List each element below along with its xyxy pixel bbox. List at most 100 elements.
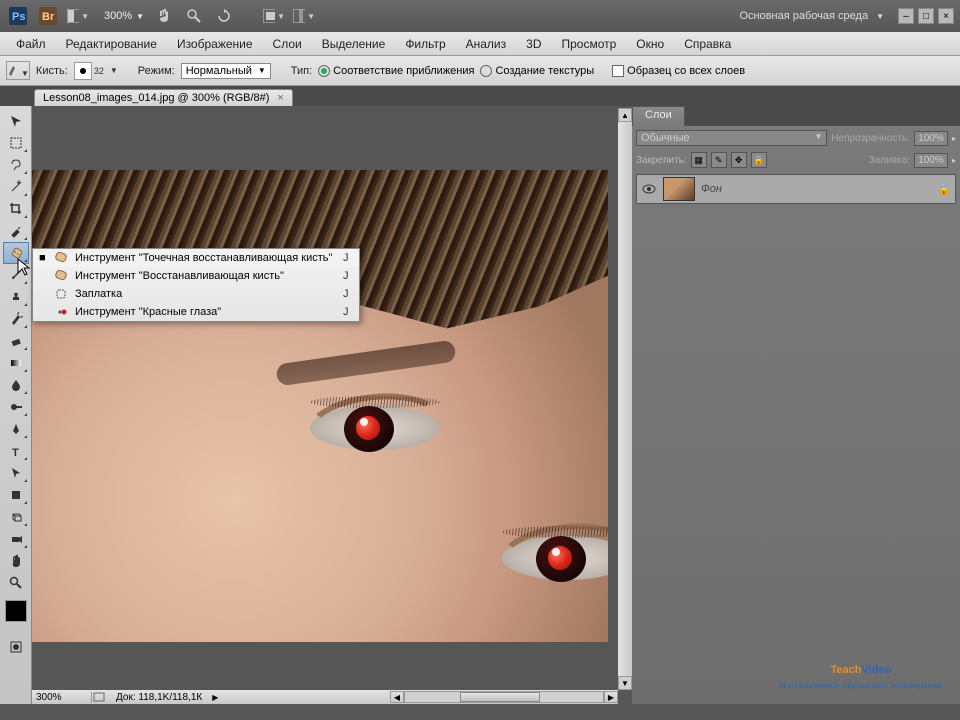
menu-select[interactable]: Выделение — [312, 34, 396, 54]
zoom-tool[interactable] — [3, 572, 29, 594]
svg-text:T: T — [12, 447, 19, 458]
lock-all-icon[interactable]: 🔒 — [751, 152, 767, 168]
fill-label: Заливка: — [869, 155, 910, 166]
fill-dropdown-icon[interactable]: ▸ — [952, 156, 956, 165]
status-icon[interactable] — [92, 691, 106, 703]
hand-tool[interactable] — [3, 550, 29, 572]
lock-pixels-icon[interactable]: ✎ — [711, 152, 727, 168]
brush-dropdown-icon[interactable]: ▼ — [110, 66, 118, 75]
brush-label: Кисть: — [36, 65, 68, 77]
flyout-patch[interactable]: Заплатка J — [33, 285, 359, 303]
status-zoom[interactable]: 300% — [32, 692, 92, 703]
lock-position-icon[interactable]: ✥ — [731, 152, 747, 168]
brush-size: 32 — [94, 66, 104, 76]
radio-proximity[interactable]: Соответствие приближения — [318, 65, 474, 77]
stamp-tool[interactable] — [3, 286, 29, 308]
layer-name: Фон — [701, 183, 931, 195]
layout-icon[interactable]: ▼ — [66, 4, 90, 28]
foreground-color[interactable] — [5, 600, 27, 622]
close-window-button[interactable]: × — [938, 8, 954, 24]
blur-tool[interactable] — [3, 374, 29, 396]
layers-tab[interactable]: Слои — [632, 106, 685, 126]
layer-row[interactable]: Фон 🔒 — [636, 174, 956, 204]
fill-value[interactable]: 100% — [914, 153, 948, 168]
flyout-heal[interactable]: Инструмент "Восстанавливающая кисть" J — [33, 267, 359, 285]
tool-preset-icon[interactable]: ▼ — [6, 61, 30, 80]
flyout-redeye[interactable]: Инструмент "Красные глаза" J — [33, 303, 359, 321]
ps-logo-icon[interactable]: Ps — [6, 4, 30, 28]
menu-view[interactable]: Просмотр — [551, 34, 626, 54]
rotate-view-icon[interactable] — [212, 4, 236, 28]
tool-flyout: ■ Инструмент "Точечная восстанавливающая… — [32, 248, 360, 322]
opacity-dropdown-icon[interactable]: ▸ — [952, 134, 956, 143]
document-title: Lesson08_images_014.jpg @ 300% (RGB/8#) — [43, 92, 269, 104]
screen-mode-icon[interactable]: ▼ — [262, 4, 286, 28]
3d-tool[interactable] — [3, 506, 29, 528]
menu-edit[interactable]: Редактирование — [56, 34, 167, 54]
menu-file[interactable]: Файл — [6, 34, 56, 54]
maximize-button[interactable]: □ — [918, 8, 934, 24]
gradient-tool[interactable] — [3, 352, 29, 374]
type-label: Тип: — [291, 65, 312, 77]
workspace-switcher[interactable]: Основная рабочая среда▼ — [739, 10, 894, 22]
menu-3d[interactable]: 3D — [516, 34, 551, 54]
vertical-scrollbar[interactable]: ▲ ▼ — [618, 108, 632, 690]
patch-icon — [53, 287, 69, 301]
hscroll-right[interactable]: ▶ — [604, 691, 618, 703]
menu-image[interactable]: Изображение — [167, 34, 263, 54]
zoom-value: 300% — [104, 10, 132, 22]
brush-preview[interactable] — [74, 62, 92, 80]
status-dropdown-icon[interactable]: ▶ — [212, 693, 218, 702]
spot-heal-icon — [53, 251, 69, 265]
history-brush-tool[interactable] — [3, 308, 29, 330]
marquee-tool[interactable] — [3, 132, 29, 154]
mode-label: Режим: — [138, 65, 175, 77]
status-docsize: Док: 118,1K/118,1К — [106, 692, 212, 703]
arrange-icon[interactable]: ▼ — [292, 4, 316, 28]
menu-filter[interactable]: Фильтр — [395, 34, 455, 54]
opacity-label: Непрозрачность: — [831, 133, 910, 144]
crop-tool[interactable] — [3, 198, 29, 220]
flyout-spot-heal[interactable]: ■ Инструмент "Точечная восстанавливающая… — [33, 249, 359, 267]
canvas[interactable] — [32, 108, 618, 690]
toolbox: T — [0, 106, 32, 704]
wand-tool[interactable] — [3, 176, 29, 198]
shape-tool[interactable] — [3, 484, 29, 506]
lasso-tool[interactable] — [3, 154, 29, 176]
blend-mode-select[interactable]: Обычные▼ — [636, 130, 827, 146]
watermark: TeachVideo Интерактивное обучающее телев… — [780, 647, 942, 690]
move-tool[interactable] — [3, 110, 29, 132]
menu-window[interactable]: Окно — [626, 34, 674, 54]
dodge-tool[interactable] — [3, 396, 29, 418]
eyedropper-tool[interactable] — [3, 220, 29, 242]
check-all-layers[interactable]: Образец со всех слоев — [612, 65, 745, 77]
svg-text:Br: Br — [42, 11, 55, 23]
menu-help[interactable]: Справка — [674, 34, 741, 54]
layer-thumbnail[interactable] — [663, 177, 695, 201]
document-tab[interactable]: Lesson08_images_014.jpg @ 300% (RGB/8#) … — [34, 89, 293, 106]
close-tab-icon[interactable]: × — [277, 92, 283, 104]
zoom-icon[interactable] — [182, 4, 206, 28]
bridge-icon[interactable]: Br — [36, 4, 60, 28]
menu-analysis[interactable]: Анализ — [456, 34, 517, 54]
eraser-tool[interactable] — [3, 330, 29, 352]
hscroll-track[interactable] — [404, 691, 604, 703]
hand-icon[interactable] — [152, 4, 176, 28]
quickmask-tool[interactable] — [3, 636, 29, 658]
minimize-button[interactable]: – — [898, 8, 914, 24]
hscroll-left[interactable]: ◀ — [390, 691, 404, 703]
zoom-select[interactable]: 300%▼ — [104, 10, 144, 22]
lock-transparent-icon[interactable]: ▦ — [691, 152, 707, 168]
path-select-tool[interactable] — [3, 462, 29, 484]
mode-select[interactable]: Нормальный▼ — [181, 63, 271, 79]
redeye-icon — [53, 305, 69, 319]
menu-layer[interactable]: Слои — [263, 34, 312, 54]
type-tool[interactable]: T — [3, 440, 29, 462]
radio-texture[interactable]: Создание текстуры — [480, 65, 594, 77]
pen-tool[interactable] — [3, 418, 29, 440]
opacity-value[interactable]: 100% — [914, 131, 948, 146]
layer-locked-icon: 🔒 — [937, 183, 951, 196]
layer-visibility-icon[interactable] — [641, 181, 657, 197]
lock-label: Закрепить: — [636, 155, 687, 166]
3d-camera-tool[interactable] — [3, 528, 29, 550]
